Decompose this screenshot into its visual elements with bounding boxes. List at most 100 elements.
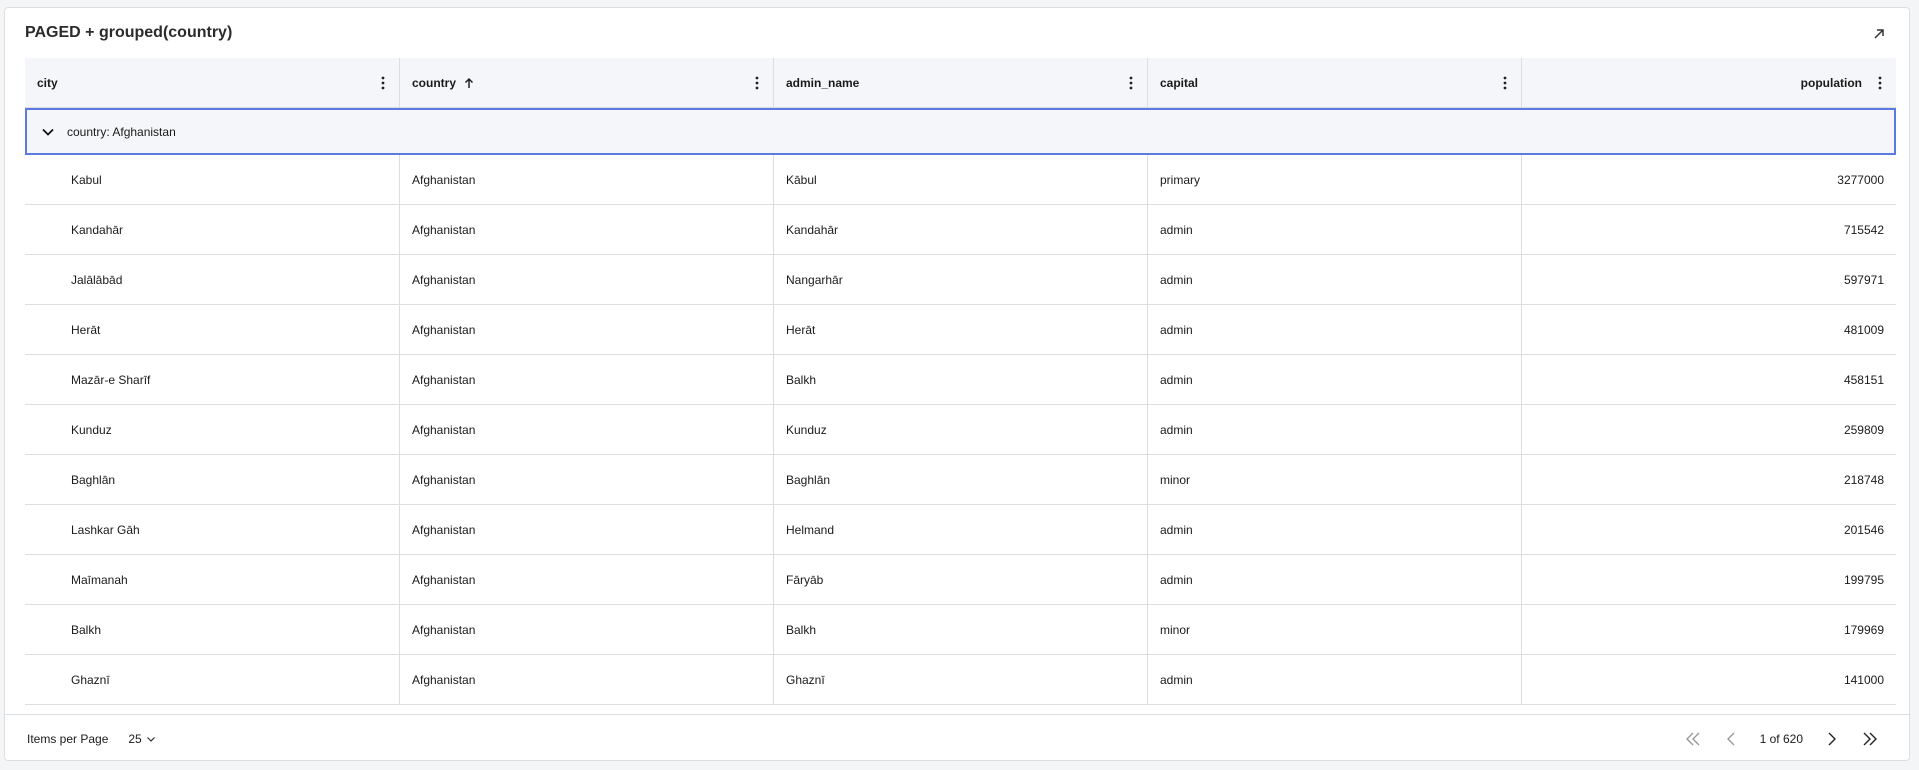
column-header-label: city (37, 75, 58, 90)
cell-population: 458151 (1843, 372, 1884, 387)
column-header-capital[interactable]: capital (1148, 58, 1522, 107)
cell-capital: admin (1148, 205, 1522, 254)
cell-city: Lashkar Gāh (25, 505, 400, 554)
cell-city: Baghlān (25, 455, 400, 504)
table-row[interactable]: Herāt Afghanistan Herāt admin 481009 (25, 305, 1896, 355)
cell-capital: minor (1148, 605, 1522, 654)
cell-admin-name: Nangarhār (774, 255, 1148, 304)
cell-country: Afghanistan (400, 505, 774, 554)
cell-admin-name: Balkh (774, 355, 1148, 404)
cell-population: 218748 (1843, 472, 1884, 487)
cell-city: Kandahār (25, 205, 400, 254)
cell-admin-name: Kandahār (774, 205, 1148, 254)
cell-admin-name: Herāt (774, 305, 1148, 354)
table-row[interactable]: Maīmanah Afghanistan Fāryāb admin 199795 (25, 555, 1896, 605)
cell-capital: admin (1148, 505, 1522, 554)
cell-country: Afghanistan (400, 355, 774, 404)
table-row[interactable]: Kabul Afghanistan Kābul primary 3277000 (25, 155, 1896, 205)
cell-population: 141000 (1843, 672, 1884, 687)
cell-country: Afghanistan (400, 205, 774, 254)
table-row[interactable]: Balkh Afghanistan Balkh minor 179969 (25, 605, 1896, 655)
cell-capital: admin (1148, 655, 1522, 704)
cell-country: Afghanistan (400, 255, 774, 304)
grid-body: Kabul Afghanistan Kābul primary 3277000 Kanda… (25, 155, 1896, 705)
table-row[interactable]: Baghlān Afghanistan Baghlān minor 218748 (25, 455, 1896, 505)
arrow-up-right-icon[interactable] (1869, 24, 1889, 44)
data-grid: city country admin_name capital populati… (25, 58, 1896, 714)
chevron-down-icon (146, 737, 155, 742)
table-row[interactable]: Kunduz Afghanistan Kunduz admin 259809 (25, 405, 1896, 455)
column-header-city[interactable]: city (25, 58, 400, 107)
cell-city: Kunduz (25, 405, 400, 454)
column-header-label: capital (1160, 75, 1199, 90)
cell-city: Herāt (25, 305, 400, 354)
column-header-label: population (1800, 75, 1862, 90)
column-header-label: country (412, 75, 457, 90)
pagination: 1 of 620 (1674, 715, 1889, 760)
table-row[interactable]: Ghaznī Afghanistan Ghaznī admin 141000 (25, 655, 1896, 705)
next-page-button[interactable] (1821, 728, 1843, 750)
first-page-button[interactable] (1682, 728, 1704, 750)
grid-footer: Items per Page 25 1 of 620 (5, 714, 1909, 760)
cell-population: 259809 (1843, 422, 1884, 437)
cell-population: 481009 (1843, 322, 1884, 337)
group-label: country: Afghanistan (67, 124, 176, 139)
arrow-up-icon[interactable] (464, 77, 474, 89)
items-per-page-label: Items per Page (27, 732, 109, 746)
table-row[interactable]: Jalālābād Afghanistan Nangarhār admin 597971 (25, 255, 1896, 305)
card-title: PAGED + grouped(country) (25, 24, 233, 41)
cell-city: Jalālābād (25, 255, 400, 304)
cell-admin-name: Helmand (774, 505, 1148, 554)
chevron-left-icon (1726, 732, 1735, 746)
cell-city: Kabul (25, 155, 400, 204)
chevron-right-icon (1828, 732, 1836, 746)
vertical-dots-icon[interactable] (1503, 76, 1507, 90)
column-header-country[interactable]: country (400, 58, 774, 107)
vertical-dots-icon[interactable] (381, 76, 385, 90)
vertical-dots-icon[interactable] (1129, 76, 1133, 90)
cell-population: 597971 (1843, 272, 1884, 287)
items-per-page-value: 25 (128, 732, 142, 746)
cell-capital: primary (1148, 155, 1522, 204)
cell-country: Afghanistan (400, 155, 774, 204)
cell-admin-name: Balkh (774, 605, 1148, 654)
cell-admin-name: Fāryāb (774, 555, 1148, 604)
table-row[interactable]: Kandahār Afghanistan Kandahār admin 715542 (25, 205, 1896, 255)
cell-country: Afghanistan (400, 305, 774, 354)
cell-population: 3277000 (1837, 172, 1884, 187)
column-header-population[interactable]: population (1522, 58, 1896, 107)
cell-capital: admin (1148, 355, 1522, 404)
vertical-dots-icon[interactable] (755, 76, 759, 90)
grid-header-row: city country admin_name capital populati… (25, 58, 1896, 108)
cell-city: Mazār-e Sharīf (25, 355, 400, 404)
cell-population: 715542 (1843, 222, 1884, 237)
cell-country: Afghanistan (400, 455, 774, 504)
column-header-admin-name[interactable]: admin_name (774, 58, 1148, 107)
prev-page-button[interactable] (1720, 728, 1742, 750)
cell-admin-name: Ghaznī (774, 655, 1148, 704)
cell-population: 201546 (1843, 522, 1884, 537)
cell-admin-name: Baghlān (774, 455, 1148, 504)
cell-capital: admin (1148, 305, 1522, 354)
cell-admin-name: Kābul (774, 155, 1148, 204)
table-row[interactable]: Lashkar Gāh Afghanistan Helmand admin 201546 (25, 505, 1896, 555)
cell-admin-name: Kunduz (774, 405, 1148, 454)
cell-population: 199795 (1843, 572, 1884, 587)
cell-country: Afghanistan (400, 655, 774, 704)
cell-city: Maīmanah (25, 555, 400, 604)
cell-capital: admin (1148, 555, 1522, 604)
cell-city: Ghaznī (25, 655, 400, 704)
cell-capital: admin (1148, 405, 1522, 454)
table-row[interactable]: Mazār-e Sharīf Afghanistan Balkh admin 45815… (25, 355, 1896, 405)
group-row[interactable]: country: Afghanistan (25, 108, 1896, 155)
column-header-label: admin_name (786, 75, 860, 90)
cell-country: Afghanistan (400, 405, 774, 454)
chevron-down-icon[interactable] (41, 125, 55, 139)
last-page-button[interactable] (1859, 728, 1881, 750)
vertical-dots-icon[interactable] (1878, 76, 1882, 90)
items-per-page-select[interactable]: 25 (128, 732, 155, 746)
cell-city: Balkh (25, 605, 400, 654)
page-info: 1 of 620 (1759, 732, 1803, 746)
double-chevron-right-icon (1863, 732, 1877, 746)
cell-country: Afghanistan (400, 605, 774, 654)
